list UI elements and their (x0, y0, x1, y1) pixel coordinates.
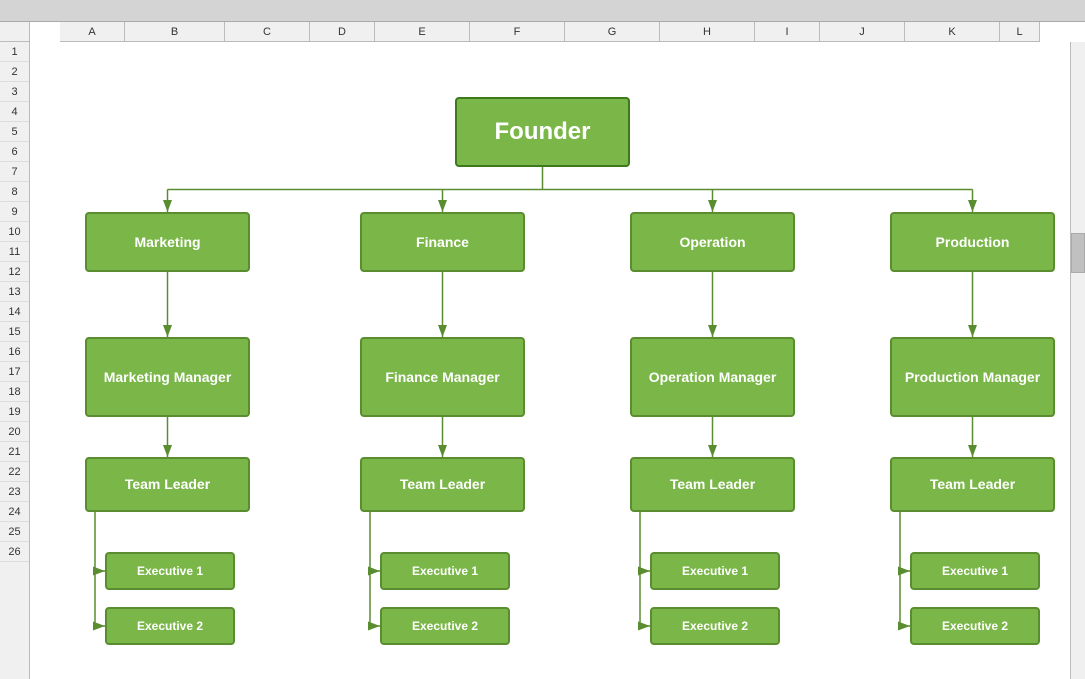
org-box-exec2-1[interactable]: Executive 2 (380, 607, 510, 645)
row-num-10: 10 (0, 222, 29, 242)
row-num-20: 20 (0, 422, 29, 442)
org-box-exec1-1[interactable]: Executive 1 (380, 552, 510, 590)
row-num-4: 4 (0, 102, 29, 122)
col-header-e: E (375, 22, 470, 41)
row-num-18: 18 (0, 382, 29, 402)
row-num-23: 23 (0, 482, 29, 502)
row-num-13: 13 (0, 282, 29, 302)
row-num-12: 12 (0, 262, 29, 282)
chart-canvas: Founder Marketing Finance Operation Producti… (30, 42, 1070, 679)
org-box-dept-2[interactable]: Operation (630, 212, 795, 272)
org-box-founder[interactable]: Founder (455, 97, 630, 167)
org-box-mgr-1[interactable]: Finance Manager (360, 337, 525, 417)
org-box-dept-0[interactable]: Marketing (85, 212, 250, 272)
row-num-5: 5 (0, 122, 29, 142)
row-num-16: 16 (0, 342, 29, 362)
col-header-c: C (225, 22, 310, 41)
column-headers: ABCDEFGHIJKL (60, 22, 1040, 42)
col-header-l: L (1000, 22, 1040, 41)
spreadsheet-window: ABCDEFGHIJKL 123456789101112131415161718… (0, 0, 1085, 679)
row-num-26: 26 (0, 542, 29, 562)
row-num-25: 25 (0, 522, 29, 542)
vertical-scrollbar[interactable] (1070, 42, 1085, 679)
row-num-21: 21 (0, 442, 29, 462)
org-box-tl-2[interactable]: Team Leader (630, 457, 795, 512)
org-box-mgr-2[interactable]: Operation Manager (630, 337, 795, 417)
col-header-a: A (60, 22, 125, 41)
col-header-h: H (660, 22, 755, 41)
org-box-exec2-3[interactable]: Executive 2 (910, 607, 1040, 645)
org-box-dept-1[interactable]: Finance (360, 212, 525, 272)
org-box-exec2-0[interactable]: Executive 2 (105, 607, 235, 645)
row-num-3: 3 (0, 82, 29, 102)
row-col-corner (0, 22, 30, 42)
org-box-tl-0[interactable]: Team Leader (85, 457, 250, 512)
row-num-1: 1 (0, 42, 29, 62)
row-num-19: 19 (0, 402, 29, 422)
row-numbers: 1234567891011121314151617181920212223242… (0, 42, 30, 679)
col-header-j: J (820, 22, 905, 41)
row-num-22: 22 (0, 462, 29, 482)
scrollbar-thumb[interactable] (1071, 233, 1085, 273)
row-num-14: 14 (0, 302, 29, 322)
org-chart: Founder Marketing Finance Operation Producti… (30, 42, 1055, 679)
org-box-tl-3[interactable]: Team Leader (890, 457, 1055, 512)
row-num-8: 8 (0, 182, 29, 202)
org-box-dept-3[interactable]: Production (890, 212, 1055, 272)
row-num-11: 11 (0, 242, 29, 262)
col-header-f: F (470, 22, 565, 41)
col-header-b: B (125, 22, 225, 41)
grid-area: 1234567891011121314151617181920212223242… (0, 42, 1085, 679)
org-box-exec1-3[interactable]: Executive 1 (910, 552, 1040, 590)
org-box-exec1-2[interactable]: Executive 1 (650, 552, 780, 590)
row-num-15: 15 (0, 322, 29, 342)
row-num-17: 17 (0, 362, 29, 382)
row-num-24: 24 (0, 502, 29, 522)
row-num-6: 6 (0, 142, 29, 162)
org-box-tl-1[interactable]: Team Leader (360, 457, 525, 512)
row-num-7: 7 (0, 162, 29, 182)
excel-top-bar (0, 0, 1085, 22)
col-header-d: D (310, 22, 375, 41)
col-header-i: I (755, 22, 820, 41)
row-num-2: 2 (0, 62, 29, 82)
org-box-exec1-0[interactable]: Executive 1 (105, 552, 235, 590)
org-box-mgr-0[interactable]: Marketing Manager (85, 337, 250, 417)
col-header-g: G (565, 22, 660, 41)
row-num-9: 9 (0, 202, 29, 222)
org-box-exec2-2[interactable]: Executive 2 (650, 607, 780, 645)
col-header-k: K (905, 22, 1000, 41)
org-box-mgr-3[interactable]: Production Manager (890, 337, 1055, 417)
